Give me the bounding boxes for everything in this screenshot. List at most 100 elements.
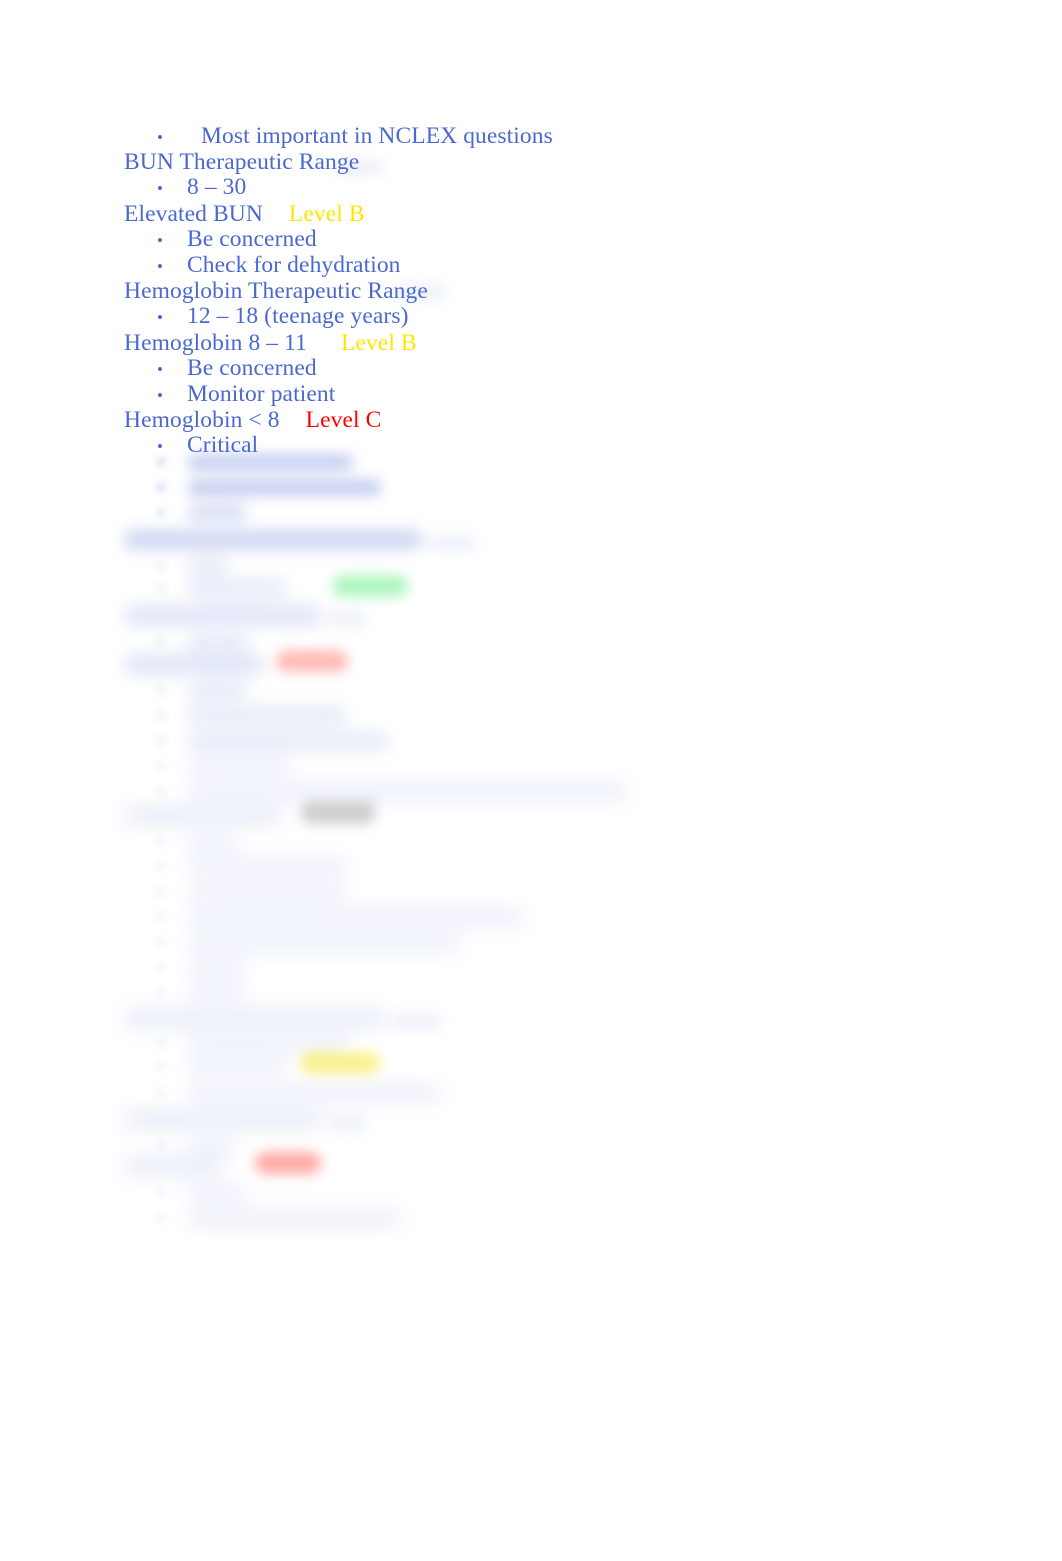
section-heading-hemoglobin-range: Hemoglobin Therapeutic Range [124,279,1004,304]
bullet-marker: • [157,359,164,379]
bullet-marker [157,584,165,592]
blur-smudge [328,1116,366,1130]
blurred-text-line [188,909,523,926]
blurred-heading [124,806,282,825]
gray-highlight [300,802,376,824]
list-item: • Critical [124,433,1004,459]
blurred-text-line [188,858,346,875]
list-item: • Be concerned [124,225,1004,253]
bullet-marker [157,938,165,946]
bullet-marker [157,711,165,719]
bullet-marker [157,1039,165,1047]
document-page: • Most important in NCLEX questions BUN T… [0,0,1062,1561]
bullet-marker: • [157,308,164,328]
blurred-underline [310,798,380,802]
list-item: • Be concerned [124,354,1004,382]
blurred-heading [124,1157,222,1176]
bullet-marker [157,762,165,770]
blurred-text-line [188,1058,286,1075]
blurred-text-line [188,884,346,901]
notes-content: • Most important in NCLEX questions BUN T… [124,123,1004,460]
list-item: • Monitor patient [124,381,1004,408]
bullet-marker [157,1142,165,1150]
heading-text: Hemoglobin 8 – 11 [124,329,307,356]
bullet-marker [157,562,165,570]
bullet-marker [157,1062,165,1070]
heading-text: BUN Therapeutic Range [124,149,360,176]
list-item-text: Be concerned [187,354,317,381]
bullet-marker [157,1214,165,1222]
bullet-marker [157,686,165,694]
section-heading-hemoglobin-lt-8: Hemoglobin < 8 Level C [124,408,1004,433]
list-item: • Most important in NCLEX questions [124,123,1004,150]
blurred-text-line [188,758,290,775]
blurred-text-line [188,682,246,699]
list-item-text: Most important in NCLEX questions [201,123,553,149]
level-badge-c: Level C [305,407,382,434]
bullet-marker: • [157,230,164,250]
level-badge-b: Level B [288,200,365,227]
blurred-text-line [188,1138,236,1155]
section-heading-elevated-bun: Elevated BUN Level B [124,200,1004,227]
blurred-text-line [188,1210,400,1227]
blurred-heading [124,530,422,549]
blurred-text-line [188,580,286,597]
blurred-text-line [188,984,246,1001]
red-highlight [276,650,348,672]
section-heading-bun-range: BUN Therapeutic Range [124,150,1004,175]
bullet-marker [157,862,165,870]
bullet-marker [157,1089,165,1097]
blurred-text-line [188,479,381,496]
blurred-text-line [188,959,246,976]
blurred-text-line [188,1085,440,1102]
section-heading-hemoglobin-8-11: Hemoglobin 8 – 11 Level B [124,329,1004,356]
bullet-marker [157,988,165,996]
heading-text: Elevated BUN [124,200,263,227]
list-item: • 8 – 30 [124,175,1004,201]
list-item-text: Monitor patient [187,381,336,408]
level-badge-b: Level B [340,329,417,356]
list-item: • 12 – 18 (teenage years) [124,304,1004,330]
yellow-highlight [300,1052,380,1074]
bullet-marker [157,638,165,646]
blurred-text-line [188,1035,348,1052]
bullet-marker [157,483,165,491]
blurred-heading [124,655,264,674]
list-item-text: 12 – 18 (teenage years) [187,303,409,330]
bullet-marker: • [157,437,164,457]
blurred-text-line [188,934,460,951]
bullet-marker [157,963,165,971]
blur-smudge [428,536,476,550]
list-item-text: Be concerned [187,225,317,252]
bullet-marker [157,1189,165,1197]
blur-smudge [335,160,383,174]
bullet-marker [157,888,165,896]
list-item: • Check for dehydration [124,252,1004,279]
bullet-marker [157,787,165,795]
blur-smudge [392,1015,442,1029]
bullet-marker [157,913,165,921]
heading-text: Hemoglobin Therapeutic Range [124,278,428,305]
blurred-text-line [188,634,248,651]
blurred-text-line [188,733,388,750]
blurred-text-line [188,558,228,575]
green-highlight [332,575,408,597]
list-item-text: Critical [187,432,259,459]
blurred-text-line [188,707,346,724]
blurred-heading [124,1110,322,1129]
list-item-text: Check for dehydration [187,252,401,279]
bullet-marker: • [157,257,164,277]
bullet-marker: • [157,179,164,199]
bullet-marker: • [157,386,164,406]
blurred-text-line [188,504,246,521]
blurred-heading [124,1009,386,1028]
blur-smudge [328,612,366,626]
red-highlight-2 [255,1152,321,1174]
list-item-text: 8 – 30 [187,174,247,201]
blur-smudge [395,285,447,299]
bullet-marker [157,838,165,846]
blurred-text-line [188,783,628,800]
blurred-text-line [188,1185,246,1202]
bullet-marker [157,508,165,516]
bullet-marker: • [157,128,164,147]
